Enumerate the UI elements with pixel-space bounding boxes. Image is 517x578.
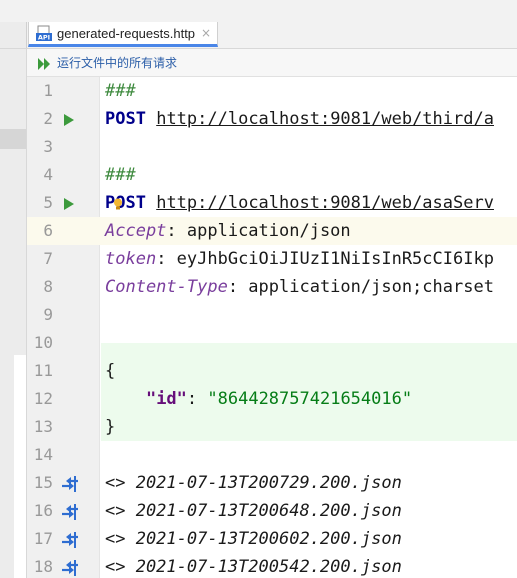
line-number: 14: [33, 445, 53, 464]
editor-line[interactable]: 4 ###: [27, 161, 517, 189]
line-number: 7: [43, 249, 53, 268]
tool-strip-selection: [0, 129, 26, 149]
response-file-link[interactable]: <> 2021-07-13T200602.200.json: [105, 529, 402, 549]
tab-title: generated-requests.http: [57, 25, 196, 41]
code-token: :: [186, 389, 208, 409]
run-all-icon[interactable]: [37, 56, 53, 70]
editor-line[interactable]: 12 "id": "864428757421654016": [27, 385, 517, 413]
json-body-highlight: [101, 343, 517, 357]
request-url-link[interactable]: http://localhost:9081/web/asaServ: [156, 193, 494, 213]
line-number: 16: [33, 501, 53, 520]
editor-line[interactable]: 14: [27, 441, 517, 469]
line-number: 10: [33, 333, 53, 352]
editor-tab-bar: API generated-requests.http ×: [0, 0, 517, 54]
editor-line[interactable]: 10: [27, 329, 517, 357]
code-token: : application/json: [166, 221, 351, 241]
panel-collapse-area: [0, 22, 27, 54]
line-number: 15: [33, 473, 53, 492]
line-number: 1: [43, 81, 53, 100]
line-number: 17: [33, 529, 53, 548]
code-token: POST: [105, 193, 146, 213]
code-token: }: [105, 417, 116, 437]
line-code: ###: [105, 77, 517, 105]
line-code: token: eyJhbGciOiJIUzI1NiIsInR5cCI6Ikp: [105, 245, 517, 273]
run-request-icon[interactable]: [61, 112, 77, 128]
line-number: 18: [33, 557, 53, 576]
line-number: 12: [33, 389, 53, 408]
code-token: : eyJhbGciOiJIUzI1NiIsInR5cCI6Ikp: [156, 249, 494, 269]
code-token: : application/json;charset: [227, 277, 494, 297]
line-code: <> 2021-07-13T200729.200.json: [105, 469, 517, 497]
close-tab-icon[interactable]: ×: [201, 26, 211, 40]
api-file-icon: API: [36, 25, 52, 42]
response-file-link[interactable]: <> 2021-07-13T200648.200.json: [105, 501, 402, 521]
line-code: <> 2021-07-13T200542.200.json: [105, 553, 517, 578]
response-file-link[interactable]: <> 2021-07-13T200729.200.json: [105, 473, 402, 493]
line-code: POST http://localhost:9081/web/third/a: [105, 105, 517, 133]
line-number: 3: [43, 137, 53, 156]
editor-line[interactable]: 9: [27, 301, 517, 329]
response-file-link[interactable]: <> 2021-07-13T200542.200.json: [105, 557, 402, 577]
line-number: 6: [43, 221, 53, 240]
run-request-icon[interactable]: [61, 196, 77, 212]
editor-line[interactable]: 2 POST http://localhost:9081/web/third/a: [27, 105, 517, 133]
line-number: 8: [43, 277, 53, 296]
code-token: POST: [105, 109, 146, 129]
request-url-link[interactable]: http://localhost:9081/web/third/a: [156, 109, 494, 129]
code-token: "864428757421654016": [207, 389, 413, 409]
code-token: {: [105, 361, 116, 381]
response-ref-icon[interactable]: [61, 504, 78, 520]
response-ref-icon[interactable]: [61, 476, 78, 492]
tool-strip-lower: [14, 355, 26, 578]
code-token: Content-Type: [105, 277, 228, 297]
line-code: Accept: application/json: [105, 217, 517, 245]
editor-line[interactable]: 13}: [27, 413, 517, 441]
line-code: }: [105, 413, 517, 441]
line-number: 5: [43, 193, 53, 212]
line-number: 11: [33, 361, 53, 380]
line-code: <> 2021-07-13T200602.200.json: [105, 525, 517, 553]
line-number: 2: [43, 109, 53, 128]
response-ref-icon[interactable]: [61, 532, 78, 548]
editor-line[interactable]: 1 ###: [27, 77, 517, 105]
tab-generated-requests[interactable]: API generated-requests.http ×: [28, 22, 218, 47]
http-run-toolbar: 运行文件中的所有请求: [27, 49, 517, 77]
code-editor[interactable]: 1 ### 2 POST http://localhost:9081/web/thir…: [27, 77, 517, 578]
line-number: 9: [43, 305, 53, 324]
editor-line[interactable]: 7 token: eyJhbGciOiJIUzI1NiIsInR5cCI6Ikp: [27, 245, 517, 273]
line-code: POST http://localhost:9081/web/asaServ: [105, 189, 517, 217]
line-code: {: [105, 357, 517, 385]
editor-line[interactable]: 15 <> 2021-07-13T200729.200.json: [27, 469, 517, 497]
editor-line[interactable]: 6 Accept: application/json: [27, 217, 517, 245]
left-tool-strip: [0, 49, 27, 578]
line-code: ###: [105, 161, 517, 189]
line-number: 4: [43, 165, 53, 184]
line-code: <> 2021-07-13T200648.200.json: [105, 497, 517, 525]
code-token: ###: [105, 165, 136, 185]
editor-line[interactable]: 3: [27, 133, 517, 161]
editor-line[interactable]: 17 <> 2021-07-13T200602.200.json: [27, 525, 517, 553]
line-code: Content-Type: application/json;charset: [105, 273, 517, 301]
svg-text:API: API: [38, 34, 50, 42]
intention-bulb-icon[interactable]: [113, 195, 123, 210]
editor-line[interactable]: 11 {: [27, 357, 517, 385]
code-token: ###: [105, 81, 136, 101]
code-token: "id": [145, 389, 187, 409]
line-number: 13: [33, 417, 53, 436]
code-token: token: [105, 249, 157, 269]
editor-line[interactable]: 16 <> 2021-07-13T200648.200.json: [27, 497, 517, 525]
editor-line[interactable]: 5 POST http://localhost:9081/web/asaServ: [27, 189, 517, 217]
code-token: Accept: [105, 221, 167, 241]
line-code: "id": "864428757421654016": [105, 385, 517, 413]
editor-line[interactable]: 8 Content-Type: application/json;charset: [27, 273, 517, 301]
response-ref-icon[interactable]: [61, 560, 78, 576]
run-all-requests-link[interactable]: 运行文件中的所有请求: [57, 54, 177, 71]
editor-line[interactable]: 18 <> 2021-07-13T200542.200.json: [27, 553, 517, 578]
